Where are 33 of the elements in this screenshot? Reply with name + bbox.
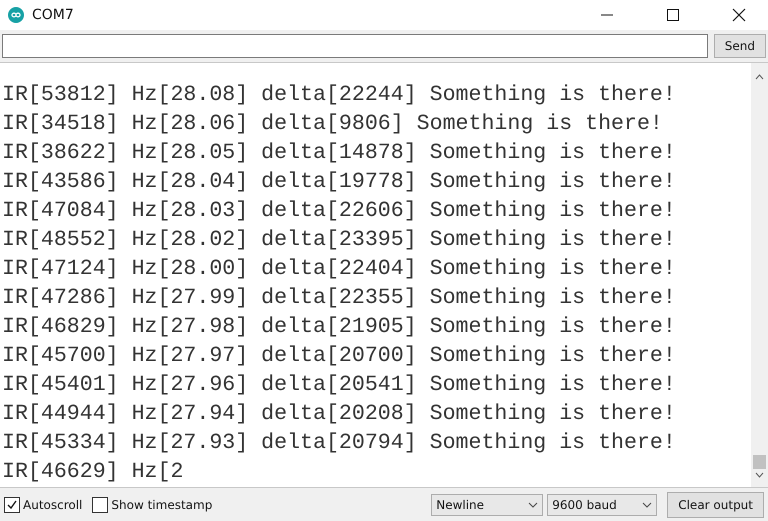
checkbox[interactable]: Autoscroll xyxy=(4,496,82,512)
output-line: IR[34518] Hz[28.06] delta[9806] Something is there! xyxy=(1,111,664,138)
checkmark-icon xyxy=(6,498,18,510)
dropdown[interactable]: 9600 baud xyxy=(547,494,658,516)
output-line: IR[47084] Hz[28.03] delta[22606] Something is there! xyxy=(1,198,677,225)
output-line: IR[45334] Hz[27.93] delta[20794] Something is there! xyxy=(1,430,677,457)
chevron-icon xyxy=(642,502,652,508)
checkbox-box[interactable] xyxy=(4,496,20,512)
output-line: IR[53812] Hz[28.08] delta[22244] Something is there! xyxy=(1,82,677,109)
output-line: IR[44944] Hz[27.94] delta[20208] Something is there! xyxy=(1,401,677,428)
checkbox-label: Show timestamp xyxy=(111,498,212,512)
output-line: IR[38622] Hz[28.05] delta[14878] Something is there! xyxy=(1,140,677,167)
output-line: IR[43586] Hz[28.04] delta[19778] Something is there! xyxy=(1,169,677,196)
checkbox-label: Autoscroll xyxy=(23,498,82,512)
output-line: IR[46829] Hz[27.98] delta[21905] Something is there! xyxy=(1,314,677,341)
clear-output-button[interactable]: Clear output xyxy=(667,492,764,518)
dropdown[interactable]: Newline xyxy=(431,494,544,516)
output-line: IR[48552] Hz[28.02] delta[23395] Something is there! xyxy=(1,227,677,254)
window-title: COM7 xyxy=(32,7,75,23)
close-icon xyxy=(732,8,746,22)
app-logo-icon xyxy=(8,7,24,23)
input-field[interactable] xyxy=(2,34,708,58)
checkbox-box[interactable] xyxy=(92,496,108,512)
output-line: IR[45401] Hz[27.96] delta[20541] Something is there! xyxy=(1,372,677,399)
chevron-icon xyxy=(528,502,538,508)
scrollbar[interactable] xyxy=(751,63,768,487)
maximize-icon xyxy=(667,9,679,21)
send-button[interactable]: Send xyxy=(714,34,766,58)
output-line: IR[45700] Hz[27.97] delta[20700] Something is there! xyxy=(1,343,677,370)
output-line: IR[47124] Hz[28.00] delta[22404] Something is there! xyxy=(1,256,677,283)
output-line: IR[46629] Hz[2 xyxy=(1,459,184,486)
output-line: IR[47286] Hz[27.99] delta[22355] Something is there! xyxy=(1,285,677,312)
checkbox[interactable]: Show timestamp xyxy=(92,496,212,512)
